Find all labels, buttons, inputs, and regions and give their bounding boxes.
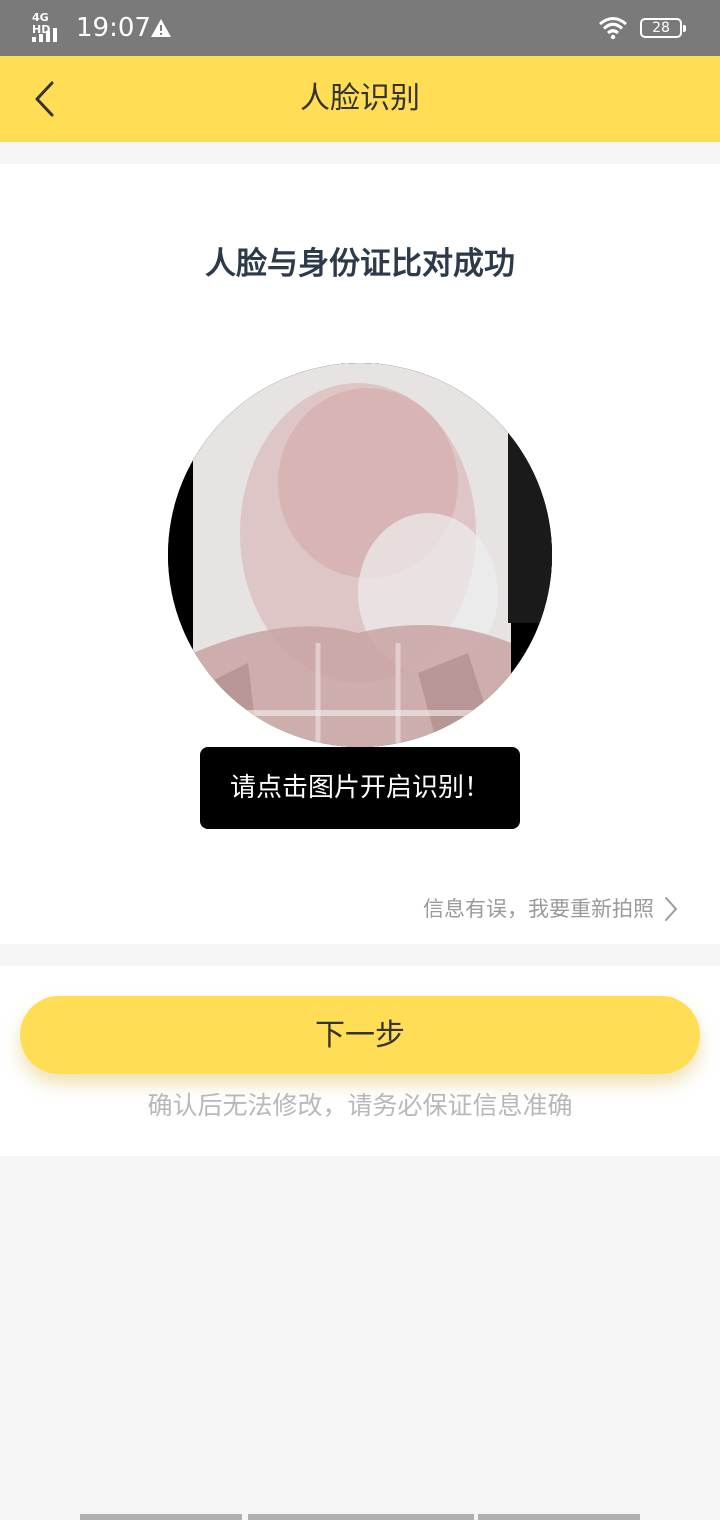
clock: 19:07 xyxy=(76,13,151,43)
retake-link-label: 信息有误，我要重新拍照 xyxy=(423,897,654,921)
chevron-left-icon xyxy=(35,81,54,117)
result-title: 人脸与身份证比对成功 xyxy=(205,246,515,282)
chevron-right-icon xyxy=(665,897,677,921)
back-button[interactable] xyxy=(24,74,72,124)
app-header: 人脸识别 xyxy=(0,56,720,142)
toast-message: 请点击图片开启识别！ xyxy=(200,747,520,829)
battery-icon: 28 xyxy=(640,18,686,38)
nav-indicator xyxy=(478,1514,640,1520)
face-photo[interactable] xyxy=(168,363,552,747)
signal-icon: 4G HD xyxy=(32,12,68,42)
nav-indicator xyxy=(80,1514,242,1520)
status-bar: 4G HD 19:07 28 xyxy=(0,0,720,56)
retake-photo-link[interactable]: 信息有误，我要重新拍照 xyxy=(423,892,678,926)
wifi-icon xyxy=(599,17,627,40)
nav-indicator xyxy=(248,1514,474,1520)
confirm-hint: 确认后无法修改，请务必保证信息准确 xyxy=(147,1091,573,1120)
face-result-card: 人脸与身份证比对成功 请点击图片开启识别！ 信息有误，我要重新拍照 xyxy=(0,164,720,944)
action-card: 下一步 确认后无法修改，请务必保证信息准确 xyxy=(0,966,720,1156)
page-title: 人脸识别 xyxy=(300,81,420,116)
next-step-button[interactable]: 下一步 xyxy=(20,996,700,1074)
warning-icon xyxy=(151,19,171,37)
